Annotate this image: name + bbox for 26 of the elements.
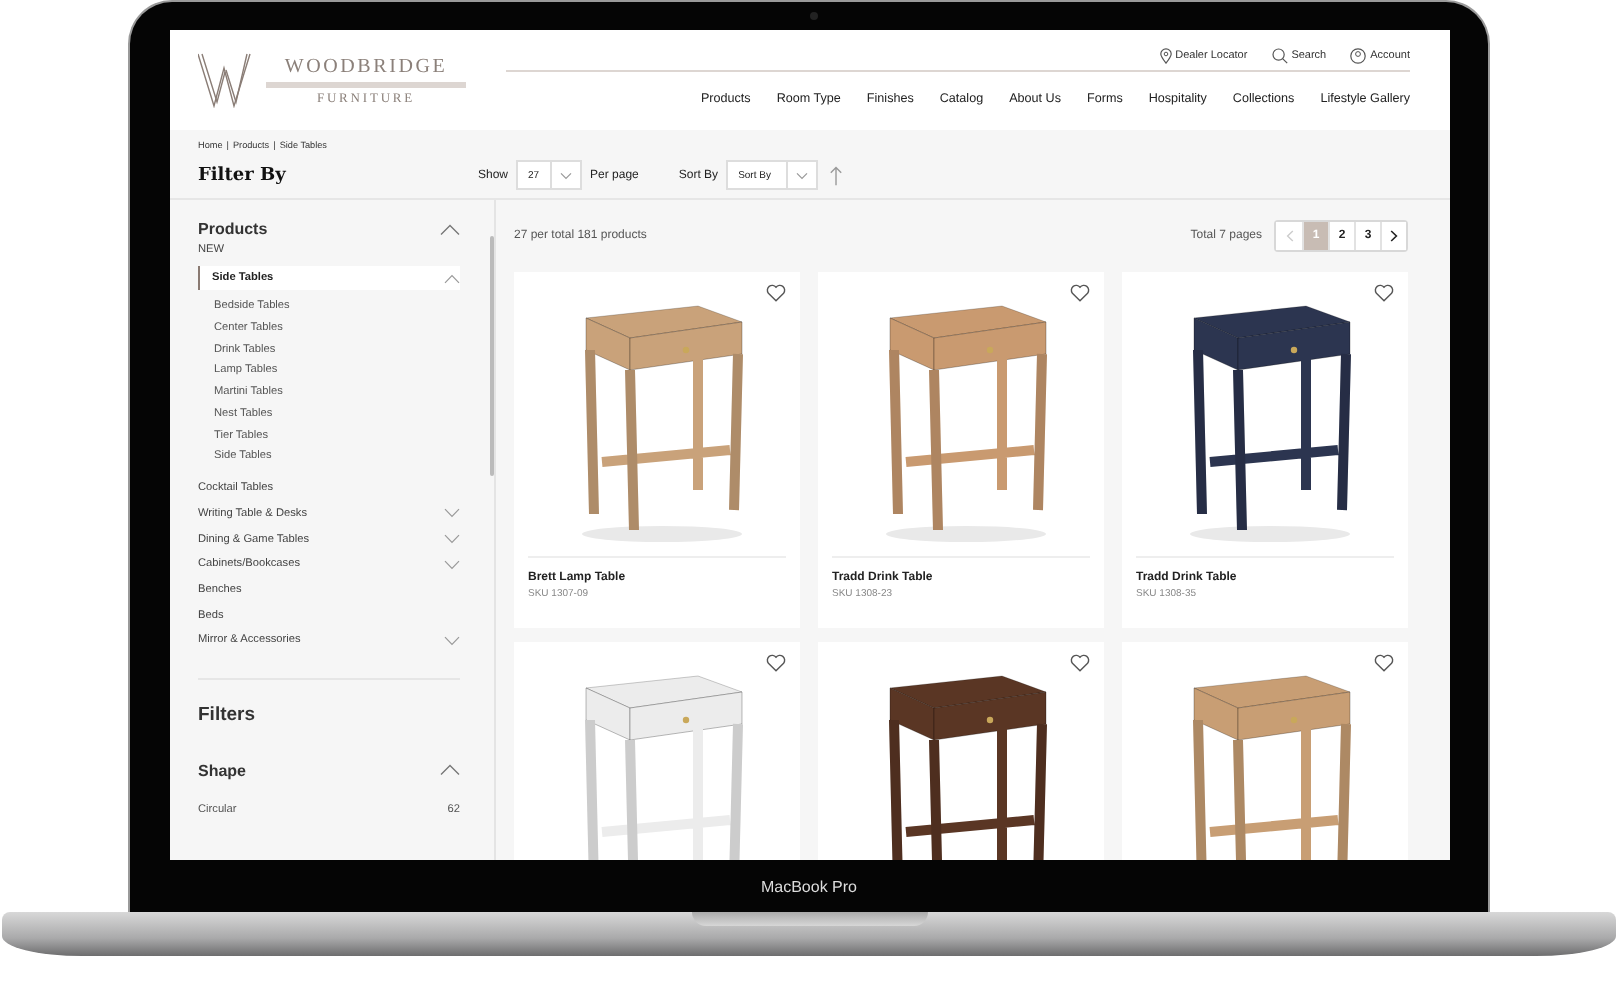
account-icon xyxy=(1350,47,1367,63)
logo-icon xyxy=(198,52,252,108)
chevron-up-icon xyxy=(444,273,460,284)
next-page-button[interactable] xyxy=(1380,222,1406,250)
chevron-down-icon xyxy=(444,635,460,646)
chevron-right-icon xyxy=(1390,230,1398,242)
heart-icon[interactable] xyxy=(766,284,786,302)
search-icon xyxy=(1271,47,1288,63)
heart-icon[interactable] xyxy=(1374,284,1394,302)
filter-title: Filter By xyxy=(196,165,288,185)
filter-section-heading: Shape xyxy=(198,761,247,780)
chevron-left-icon xyxy=(1285,230,1293,242)
filters-heading: Filters xyxy=(198,703,258,726)
device-label: MacBook Pro xyxy=(758,878,860,896)
heart-icon[interactable] xyxy=(1070,284,1090,302)
chevron-down-icon xyxy=(796,171,809,179)
section-heading: Products xyxy=(198,220,268,238)
scrollbar-thumb[interactable] xyxy=(490,236,494,476)
chevron-up-icon[interactable] xyxy=(440,764,460,777)
chevron-down-icon xyxy=(560,171,573,179)
chevron-up-icon[interactable] xyxy=(440,223,460,235)
heart-icon[interactable] xyxy=(1374,654,1394,672)
heart-icon[interactable] xyxy=(766,654,786,672)
heart-icon[interactable] xyxy=(1070,654,1090,672)
brand-name: WOODBRIDGE xyxy=(284,55,448,77)
location-pin-icon xyxy=(1159,47,1172,63)
